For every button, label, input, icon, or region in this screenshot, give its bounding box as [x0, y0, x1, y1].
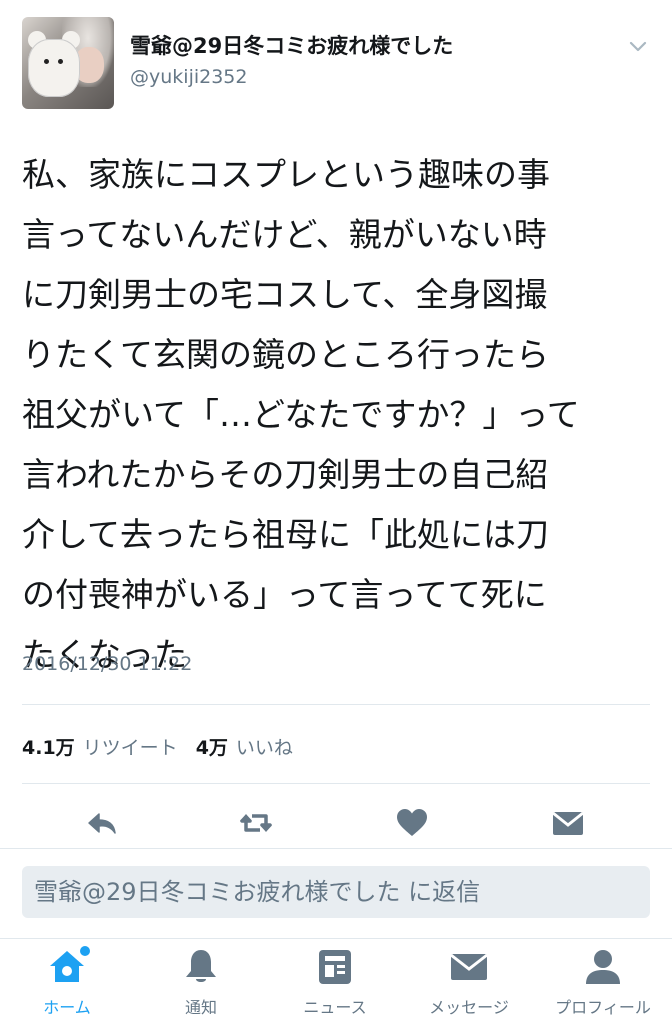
news-icon — [314, 946, 356, 988]
tab-messages[interactable]: メッセージ — [402, 946, 536, 1018]
tab-label: ニュース — [303, 998, 367, 1017]
tweet-line: 介して去ったら祖母に「此処には刀 — [22, 515, 550, 554]
tab-label: 通知 — [184, 998, 217, 1017]
tweet-line: に刀剣男士の宅コスして、全身図撮 — [22, 275, 548, 314]
tweet-line: の付喪神がいる」って言ってて死に — [22, 575, 547, 614]
dm-icon[interactable] — [550, 805, 586, 841]
bell-icon — [180, 946, 222, 988]
divider — [22, 783, 650, 784]
tweet-line: 言われたからその刀剣男士の自己紹 — [22, 455, 549, 494]
tweet-stats: 4.1万 リツイート 4万 いいね — [22, 733, 311, 760]
tab-label: ホーム — [43, 998, 91, 1017]
retweet-icon[interactable] — [238, 805, 274, 841]
retweet-label[interactable]: リツイート — [83, 737, 178, 759]
like-count[interactable]: 4万 — [196, 737, 228, 759]
tab-notifications[interactable]: 通知 — [134, 946, 268, 1018]
divider — [0, 938, 672, 939]
like-icon[interactable] — [394, 805, 430, 841]
tweet-line: りたくて玄関の鏡のところ行ったら — [22, 335, 550, 374]
tweet-timestamp: 2016/12/30 11:22 — [22, 653, 193, 675]
reply-input[interactable]: 雪爺@29日冬コミお疲れ様でした に返信 — [22, 866, 650, 918]
tab-news[interactable]: ニュース — [268, 946, 402, 1018]
tab-home[interactable]: ホーム — [0, 946, 134, 1018]
envelope-icon — [448, 946, 490, 988]
tweet-text: 私、家族にコスプレという趣味の事 言ってないんだけど、親がいない時 に刀剣男士の… — [22, 145, 652, 685]
reply-icon[interactable] — [84, 805, 120, 841]
tweet-line: 言ってないんだけど、親がいない時 — [22, 215, 547, 254]
like-label[interactable]: いいね — [236, 737, 293, 759]
tweet-line: 祖父がいて「…どなたですか？」って — [22, 395, 580, 434]
tab-profile[interactable]: プロフィール — [536, 946, 670, 1018]
notification-dot — [80, 946, 90, 956]
tab-label: プロフィール — [555, 998, 651, 1017]
chevron-down-icon[interactable] — [628, 36, 648, 56]
avatar[interactable] — [22, 17, 114, 109]
tweet-line: 私、家族にコスプレという趣味の事 — [22, 155, 550, 194]
home-icon — [46, 946, 90, 988]
retweet-count[interactable]: 4.1万 — [22, 737, 75, 759]
display-name[interactable]: 雪爺@29日冬コミお疲れ様でした — [130, 30, 453, 60]
person-icon — [582, 946, 624, 988]
divider — [0, 848, 672, 849]
user-handle[interactable]: @yukiji2352 — [130, 66, 247, 88]
divider — [22, 704, 650, 705]
tab-label: メッセージ — [429, 998, 509, 1017]
